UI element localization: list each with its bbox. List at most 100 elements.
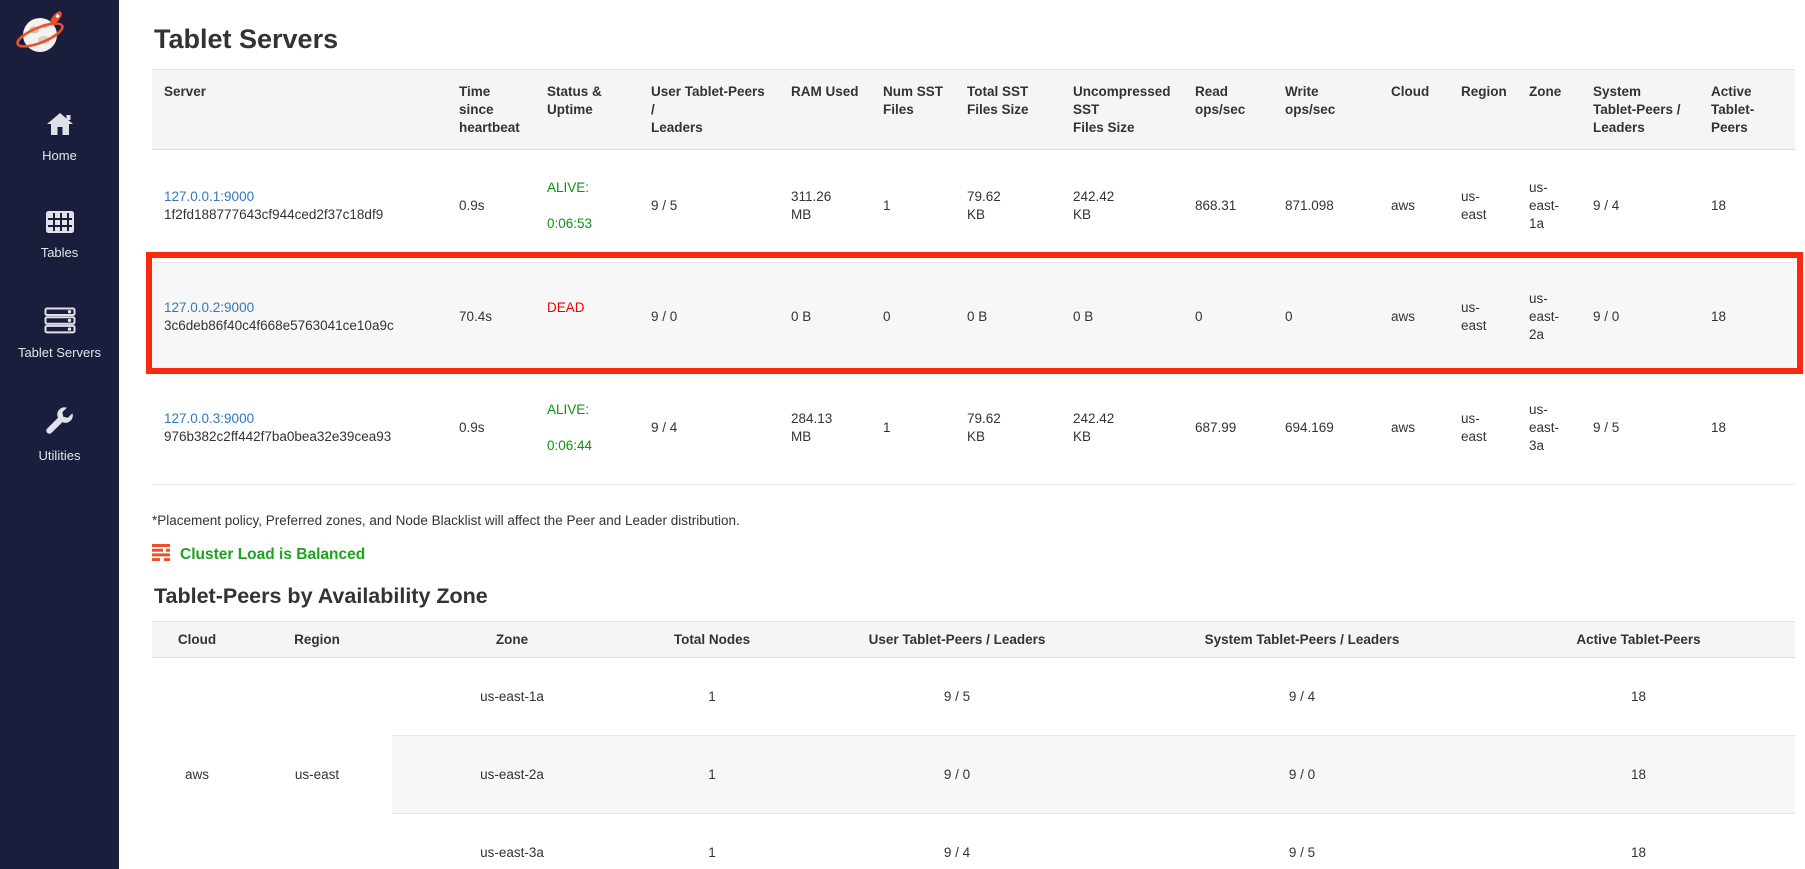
col-user-peers: User Tablet-Peers / Leaders: [639, 70, 779, 150]
user-peers-cell: 9 / 0: [639, 262, 779, 372]
utilities-icon: [45, 407, 75, 442]
server-link[interactable]: 127.0.0.3:9000: [164, 411, 254, 426]
balance-bars-icon: [152, 544, 170, 566]
sidebar-item-label: Utilities: [39, 448, 81, 463]
status-badge: DEAD: [547, 299, 627, 317]
active-peers-cell: 18: [1482, 658, 1795, 736]
table-header-row: Server Time since heartbeat Status & Upt…: [152, 70, 1795, 150]
col-heartbeat: Time since heartbeat: [447, 70, 535, 150]
availability-zone-table: Cloud Region Zone Total Nodes User Table…: [152, 621, 1795, 869]
user-peers-cell: 9 / 4: [639, 372, 779, 484]
server-uuid: 976b382c2ff442f7ba0bea32e39cea93: [164, 428, 435, 446]
sst-size-cell: 79.62 KB: [955, 150, 1061, 262]
user-peers-cell: 9 / 0: [792, 736, 1122, 814]
region-cell: us- east: [1449, 150, 1517, 262]
sidebar-item-tables[interactable]: Tables: [0, 210, 119, 260]
user-peers-cell: 9 / 5: [639, 150, 779, 262]
zone-cell: us- east- 3a: [1517, 372, 1581, 484]
total-nodes-cell: 1: [632, 814, 792, 869]
planet-rocket-logo[interactable]: [14, 8, 119, 61]
col-active-peers: Active Tablet-Peers: [1482, 621, 1795, 658]
col-system-peers: System Tablet-Peers / Leaders: [1581, 70, 1699, 150]
col-uncompressed: Uncompressed SST Files Size: [1061, 70, 1183, 150]
table-row: us-east-3a 1 9 / 4 9 / 5 18: [152, 814, 1795, 869]
user-peers-cell: 9 / 4: [792, 814, 1122, 869]
col-active-peers: Active Tablet- Peers: [1699, 70, 1795, 150]
sidebar: Home Tables: [0, 0, 119, 869]
home-icon: [45, 111, 75, 142]
active-peers-cell: 18: [1699, 150, 1795, 262]
sidebar-nav: Home Tables: [0, 111, 119, 463]
heartbeat-cell: 70.4s: [447, 262, 535, 372]
read-ops-cell: 687.99: [1183, 372, 1273, 484]
num-sst-cell: 0: [871, 262, 955, 372]
write-ops-cell: 694.169: [1273, 372, 1379, 484]
col-total-nodes: Total Nodes: [632, 621, 792, 658]
status-badge: ALIVE:: [547, 401, 627, 419]
server-link[interactable]: 127.0.0.1:9000: [164, 189, 254, 204]
zone-cell: us-east-1a: [392, 658, 632, 736]
section-title: Tablet-Peers by Availability Zone: [154, 584, 1795, 609]
status-cell: DEAD: [535, 262, 639, 372]
system-peers-cell: 9 / 0: [1581, 262, 1699, 372]
sidebar-item-home[interactable]: Home: [0, 111, 119, 163]
col-cloud: Cloud: [1379, 70, 1449, 150]
zone-cell: us- east- 1a: [1517, 150, 1581, 262]
system-peers-cell: 9 / 5: [1122, 814, 1482, 869]
placement-note: *Placement policy, Preferred zones, and …: [152, 513, 1795, 528]
active-peers-cell: 18: [1482, 814, 1795, 869]
num-sst-cell: 1: [871, 150, 955, 262]
server-uuid: 1f2fd188777643cf944ced2f37c18df9: [164, 206, 435, 224]
table-row: us-east-2a 1 9 / 0 9 / 0 18: [152, 736, 1795, 814]
cluster-balance-status: Cluster Load is Balanced: [152, 544, 1795, 566]
uncompressed-cell: 242.42 KB: [1061, 372, 1183, 484]
server-uuid: 3c6deb86f40c4f668e5763041ce10a9c: [164, 317, 435, 335]
sidebar-item-utilities[interactable]: Utilities: [0, 407, 119, 463]
total-nodes-cell: 1: [632, 736, 792, 814]
uncompressed-cell: 0 B: [1061, 262, 1183, 372]
write-ops-cell: 871.098: [1273, 150, 1379, 262]
sidebar-item-label: Home: [42, 148, 77, 163]
server-cell: 127.0.0.1:9000 1f2fd188777643cf944ced2f3…: [152, 150, 447, 262]
ram-cell: 311.26 MB: [779, 150, 871, 262]
region-cell: us-east: [242, 658, 392, 869]
system-peers-cell: 9 / 4: [1581, 150, 1699, 262]
system-peers-cell: 9 / 5: [1581, 372, 1699, 484]
table-row: 127.0.0.1:9000 1f2fd188777643cf944ced2f3…: [152, 150, 1795, 262]
tablet-servers-icon: [44, 307, 76, 339]
write-ops-cell: 0: [1273, 262, 1379, 372]
uptime-value: 0:06:44: [547, 437, 627, 455]
status-badge: ALIVE:: [547, 179, 627, 197]
server-cell: 127.0.0.2:9000 3c6deb86f40c4f668e5763041…: [152, 262, 447, 372]
region-cell: us- east: [1449, 372, 1517, 484]
col-region: Region: [1449, 70, 1517, 150]
system-peers-cell: 9 / 4: [1122, 658, 1482, 736]
cloud-cell: aws: [1379, 150, 1449, 262]
server-link[interactable]: 127.0.0.2:9000: [164, 300, 254, 315]
sst-size-cell: 79.62 KB: [955, 372, 1061, 484]
col-region: Region: [242, 621, 392, 658]
sidebar-item-label: Tables: [41, 245, 79, 260]
cloud-cell: aws: [152, 658, 242, 869]
col-zone: Zone: [1517, 70, 1581, 150]
user-peers-cell: 9 / 5: [792, 658, 1122, 736]
sst-size-cell: 0 B: [955, 262, 1061, 372]
ram-cell: 284.13 MB: [779, 372, 871, 484]
tablet-servers-table: Server Time since heartbeat Status & Upt…: [152, 69, 1795, 485]
sidebar-item-tablet-servers[interactable]: Tablet Servers: [0, 307, 119, 360]
balance-status-text: Cluster Load is Balanced: [180, 546, 365, 564]
heartbeat-cell: 0.9s: [447, 372, 535, 484]
table-row: 127.0.0.3:9000 976b382c2ff442f7ba0bea32e…: [152, 372, 1795, 484]
table-row: 127.0.0.2:9000 3c6deb86f40c4f668e5763041…: [152, 262, 1795, 372]
region-cell: us- east: [1449, 262, 1517, 372]
col-num-sst: Num SST Files: [871, 70, 955, 150]
col-ram: RAM Used: [779, 70, 871, 150]
read-ops-cell: 0: [1183, 262, 1273, 372]
cloud-cell: aws: [1379, 262, 1449, 372]
num-sst-cell: 1: [871, 372, 955, 484]
zone-cell: us-east-2a: [392, 736, 632, 814]
table-header-row: Cloud Region Zone Total Nodes User Table…: [152, 621, 1795, 658]
col-read-ops: Read ops/sec: [1183, 70, 1273, 150]
col-write-ops: Write ops/sec: [1273, 70, 1379, 150]
col-sst-size: Total SST Files Size: [955, 70, 1061, 150]
